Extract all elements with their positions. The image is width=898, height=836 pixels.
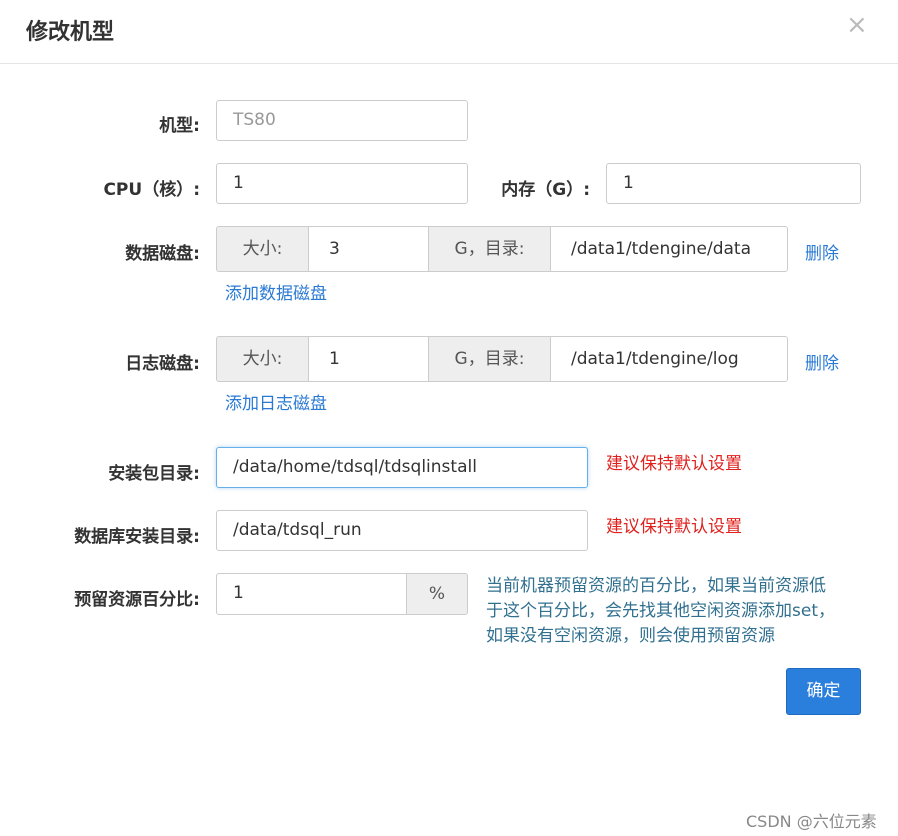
help-line: 于这个百分比，会先找其他空闲资源添加set， [486, 601, 835, 621]
cpu-label: CPU（核）: [103, 180, 200, 200]
reserve-percent-input[interactable]: 1 [216, 573, 408, 615]
data-disk-dir-input[interactable]: /data1/tdengine/data [550, 226, 788, 272]
log-disk-dir-addon: G，目录: [428, 336, 551, 382]
data-disk-dir-addon: G，目录: [428, 226, 551, 272]
log-disk-label: 日志磁盘: [125, 354, 200, 374]
reserve-percent-label: 预留资源百分比: [74, 590, 200, 610]
add-log-disk-link[interactable]: 添加日志磁盘 [225, 389, 327, 414]
percent-addon: % [406, 573, 468, 615]
install-pkg-dir-hint: 建议保持默认设置 [606, 454, 742, 474]
cpu-input[interactable]: 1 [216, 163, 468, 204]
reserve-percent-help: 当前机器预留资源的百分比，如果当前资源低 于这个百分比，会先找其他空闲资源添加s… [486, 574, 856, 649]
install-pkg-dir-label: 安装包目录: [108, 464, 200, 484]
data-disk-size-input[interactable]: 3 [308, 226, 429, 272]
help-line: 如果没有空闲资源，则会使用预留资源 [486, 626, 775, 646]
add-data-disk-link[interactable]: 添加数据磁盘 [225, 279, 327, 304]
log-disk-size-input[interactable]: 1 [308, 336, 429, 382]
data-disk-delete-link[interactable]: 删除 [805, 239, 839, 264]
install-pkg-dir-input[interactable]: /data/home/tdsql/tdsqlinstall [216, 447, 588, 488]
dialog-header: 修改机型 × [0, 0, 898, 64]
log-disk-delete-link[interactable]: 删除 [805, 349, 839, 374]
log-disk-dir-input[interactable]: /data1/tdengine/log [550, 336, 788, 382]
dialog-title: 修改机型 [26, 20, 115, 45]
model-input[interactable]: TS80 [216, 100, 468, 141]
model-label: 机型: [159, 116, 200, 136]
confirm-button[interactable]: 确定 [786, 668, 861, 715]
watermark: CSDN @六位元素 [746, 812, 877, 831]
db-install-dir-hint: 建议保持默认设置 [606, 517, 742, 537]
close-icon[interactable]: × [846, 10, 868, 40]
log-disk-size-addon: 大小: [216, 336, 309, 382]
data-disk-label: 数据磁盘: [125, 244, 200, 264]
db-install-dir-input[interactable]: /data/tdsql_run [216, 510, 588, 551]
memory-input[interactable]: 1 [606, 163, 861, 204]
data-disk-size-addon: 大小: [216, 226, 309, 272]
db-install-dir-label: 数据库安装目录: [74, 527, 200, 547]
help-line: 当前机器预留资源的百分比，如果当前资源低 [486, 576, 826, 596]
memory-label: 内存（G）: [501, 180, 590, 200]
